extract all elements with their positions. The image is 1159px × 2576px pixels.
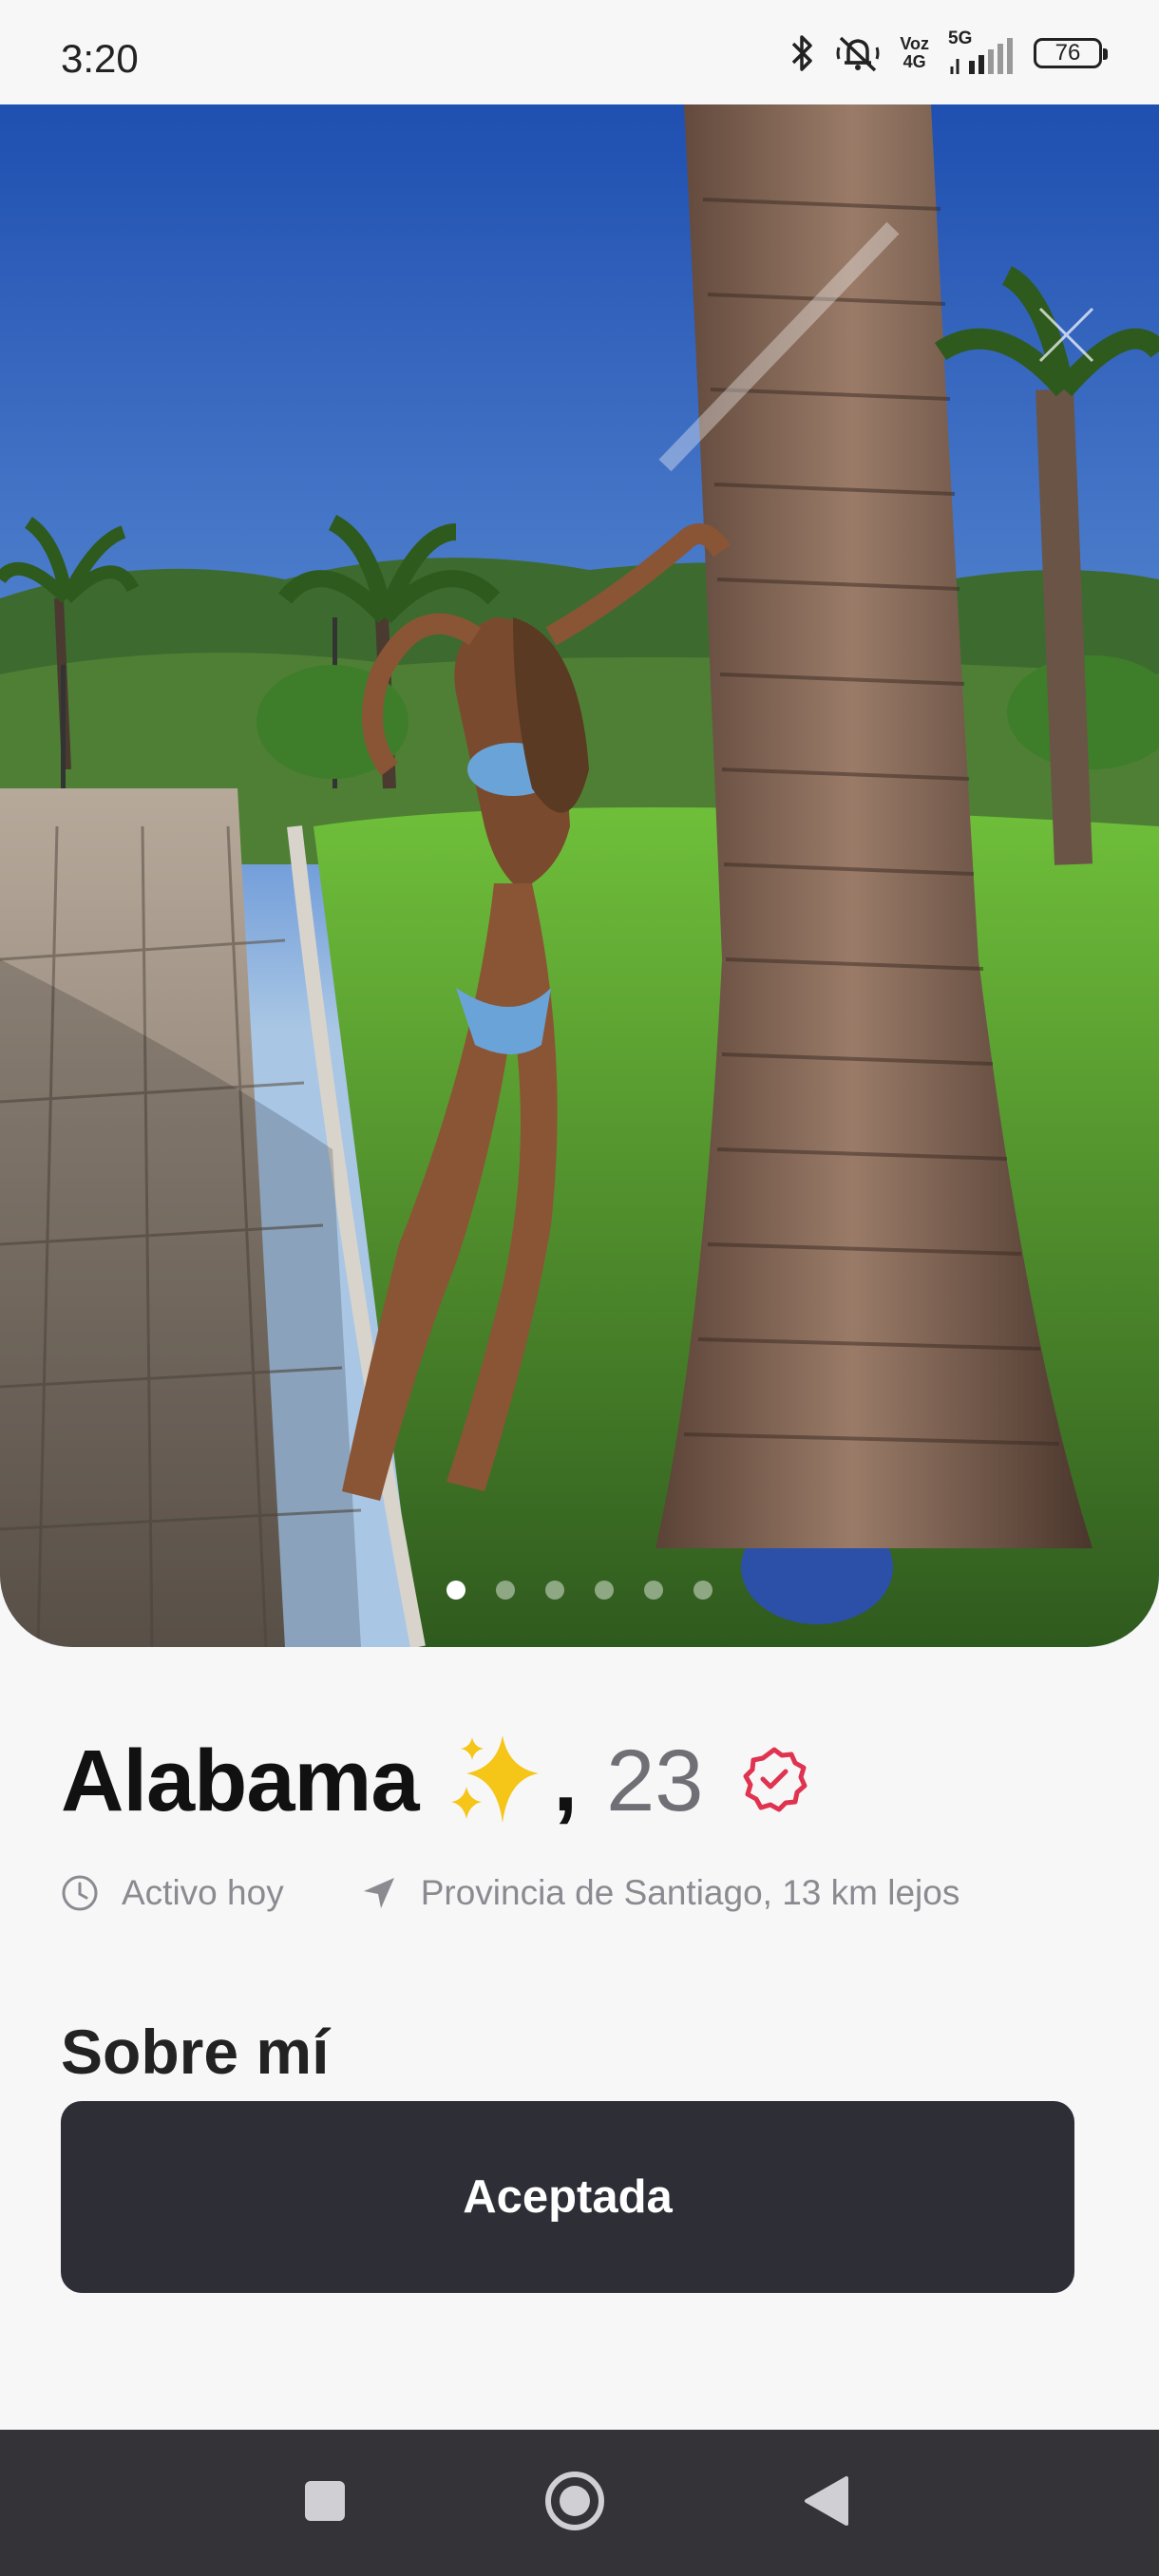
location-text: Provincia de Santiago, 13 km lejos: [420, 1873, 960, 1912]
profile-meta: Activo hoy Provincia de Santiago, 13 km …: [61, 1866, 960, 1920]
home-button[interactable]: [508, 2430, 641, 2576]
photo-image: [0, 104, 1159, 1647]
system-nav-bar: [0, 2430, 1159, 2576]
back-button[interactable]: [760, 2430, 893, 2576]
profile-photo[interactable]: [0, 104, 1159, 1647]
photo-dot-4[interactable]: [595, 1581, 614, 1600]
home-icon: [543, 2470, 606, 2537]
photo-dot-5[interactable]: [644, 1581, 663, 1600]
sparkles-icon: [447, 1732, 552, 1831]
photo-dot-3[interactable]: [545, 1581, 564, 1600]
mute-icon: [835, 32, 881, 74]
profile-name: Alabama: [61, 1732, 419, 1829]
battery-icon: 76: [1034, 38, 1108, 68]
accepted-button[interactable]: Aceptada: [61, 2101, 1074, 2293]
name-age-separator: ,: [553, 1732, 579, 1829]
photo-pagination: [0, 1581, 1159, 1600]
battery-level: 76: [1054, 40, 1081, 66]
status-time: 3:20: [61, 36, 139, 81]
photo-dot-1[interactable]: [446, 1581, 466, 1600]
volte-indicator: Voz 4G: [900, 34, 929, 71]
back-icon: [803, 2474, 850, 2532]
recents-icon: [303, 2479, 347, 2528]
bluetooth-icon: [788, 32, 816, 74]
profile-age: 23: [606, 1732, 704, 1829]
activity-status: Activo hoy: [61, 1873, 284, 1913]
clock-icon: [61, 1874, 99, 1912]
network-type: 5G: [948, 28, 973, 48]
activity-text: Activo hoy: [122, 1873, 284, 1912]
verified-badge-icon[interactable]: [741, 1746, 808, 1817]
profile-header: Alabama , 23: [61, 1729, 808, 1833]
location-info: Provincia de Santiago, 13 km lejos: [360, 1873, 960, 1913]
about-title: Sobre mí: [61, 2017, 330, 2087]
signal-icon: 5G: [948, 28, 1015, 74]
status-bar: 3:20 Voz 4G 5G 76: [0, 0, 1159, 104]
status-icons: Voz 4G 5G 76: [788, 28, 1108, 78]
photo-dot-6[interactable]: [694, 1581, 712, 1600]
location-arrow-icon: [360, 1874, 398, 1912]
recents-button[interactable]: [258, 2430, 391, 2576]
photo-dot-2[interactable]: [496, 1581, 515, 1600]
